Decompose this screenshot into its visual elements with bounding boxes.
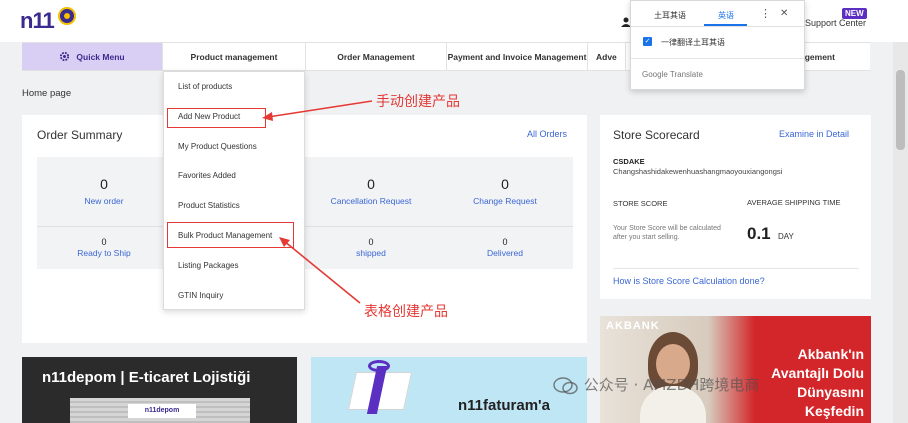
close-icon[interactable]: ✕ [780, 8, 788, 19]
google-translate-brand: Google Translate [642, 70, 703, 79]
annotation-bulk-create: 表格创建产品 [364, 304, 448, 320]
avg-shipping-value: 0.1 [747, 224, 771, 243]
watermark-text: 公众号 · AMZDH跨境电商 [583, 376, 760, 394]
akbank-logo: AKBANK [606, 320, 660, 332]
n11depom-banner-title: n11depom | E-ticaret Lojistiği [42, 369, 251, 386]
examine-in-detail-link[interactable]: Examine in Detail [779, 129, 849, 139]
avg-shipping-unit: DAY [778, 232, 794, 241]
akbank-banner-text: Akbank'ın Avantajlı Dolu Dünyasını Keşfe… [771, 346, 864, 419]
n11faturam-banner-title: n11faturam'a [458, 397, 550, 414]
avg-shipping-label: AVERAGE SHIPPING TIME [747, 198, 841, 207]
store-divider [613, 268, 859, 269]
store-score-description: Your Store Score will be calculated afte… [613, 225, 721, 241]
store-scorecard-title: Store Scorecard [613, 128, 700, 142]
translate-active-tab-indicator [704, 24, 747, 26]
n11depom-sign: n11depom [128, 404, 196, 418]
more-options-icon[interactable]: ⋮ [760, 7, 771, 20]
translate-tab-target[interactable]: 英语 [718, 10, 734, 21]
store-name: CSDAKE [613, 157, 645, 166]
store-company-name: Changshashidakewenhuashangmaoyouxiangong… [613, 167, 783, 176]
store-score-label: STORE SCORE [613, 199, 668, 208]
always-translate-checkbox[interactable]: ✓ [643, 37, 652, 46]
annotation-manual-create: 手动创建产品 [376, 94, 460, 110]
translate-divider [631, 58, 804, 59]
wechat-watermark: 公众号 · AMZDH跨境电商 [553, 374, 759, 395]
always-translate-label: 一律翻译土耳其语 [661, 38, 725, 47]
translate-tab-source[interactable]: 土耳其语 [654, 10, 686, 21]
translate-tab-divider [631, 26, 804, 27]
gift-bow-icon [368, 360, 390, 372]
score-calculation-link[interactable]: How is Store Score Calculation done? [613, 276, 765, 286]
wechat-icon [553, 376, 578, 394]
